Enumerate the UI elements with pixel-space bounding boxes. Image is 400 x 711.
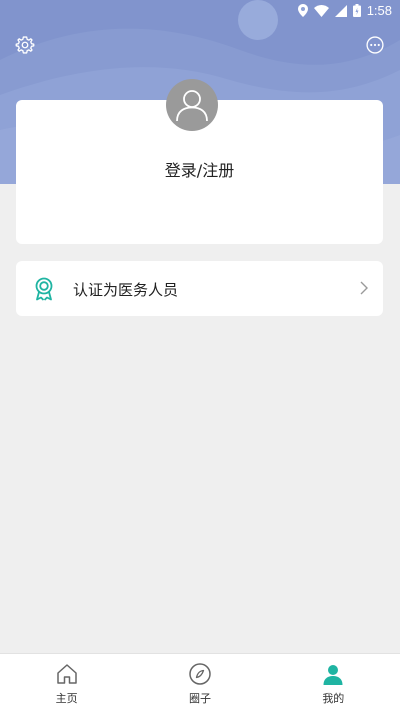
certification-row[interactable]: 认证为医务人员: [16, 261, 383, 316]
bottom-tab-bar: 主页 圈子 我的: [0, 653, 400, 711]
battery-icon: [352, 4, 361, 17]
tab-circle[interactable]: 圈子: [133, 654, 266, 711]
chevron-right-icon: [360, 281, 368, 295]
tab-home[interactable]: 主页: [0, 654, 133, 711]
certification-label: 认证为医务人员: [73, 281, 179, 299]
compass-icon: [187, 661, 213, 687]
avatar[interactable]: [166, 79, 218, 131]
status-icons: 1:58: [297, 3, 392, 18]
tab-mine[interactable]: 我的: [267, 654, 400, 711]
profile-screen: 1:58 登录/注册 认证为医务人员 主页 圈子 我的: [0, 0, 400, 711]
location-icon: [297, 4, 308, 17]
settings-button[interactable]: [14, 34, 36, 56]
person-icon: [320, 661, 346, 687]
signal-icon: [334, 4, 347, 17]
tab-home-label: 主页: [55, 692, 78, 705]
home-icon: [54, 661, 80, 687]
status-bar: 1:58: [0, 0, 400, 24]
tab-mine-label: 我的: [322, 692, 345, 705]
status-time: 1:58: [366, 3, 392, 18]
more-button[interactable]: [364, 34, 386, 56]
award-badge-icon: [35, 277, 53, 301]
tab-circle-label: 圈子: [188, 692, 211, 705]
login-register-link[interactable]: 登录/注册: [16, 157, 383, 181]
user-avatar-icon: [176, 90, 208, 122]
gear-icon: [15, 36, 35, 54]
chat-more-icon: [366, 36, 384, 54]
wifi-icon: [313, 4, 329, 17]
